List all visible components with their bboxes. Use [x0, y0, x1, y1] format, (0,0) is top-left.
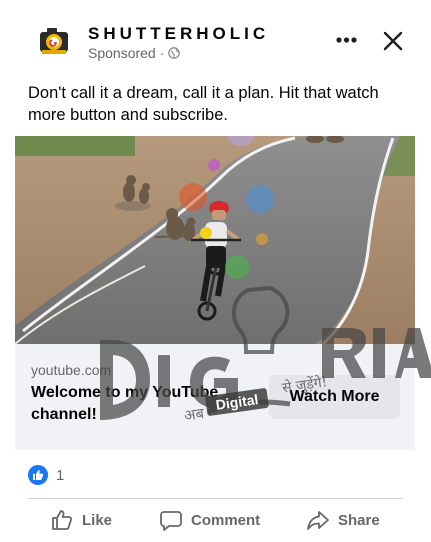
sponsored-post: SHUTTERHOLIC Sponsored · Don't call it a… — [0, 0, 431, 542]
sponsored-label[interactable]: Sponsored — [88, 45, 156, 61]
share-label: Share — [338, 511, 380, 529]
share-button[interactable]: Share — [306, 503, 380, 537]
actions-divider — [28, 498, 403, 499]
close-button[interactable] — [381, 29, 405, 53]
like-button[interactable]: Like — [50, 503, 112, 537]
shutterholic-logo — [34, 20, 74, 60]
comment-label: Comment — [191, 511, 261, 529]
more-options-icon — [336, 37, 357, 43]
link-domain: youtube.com — [31, 362, 112, 378]
link-title[interactable]: Welcome to my YouTube channel! — [31, 382, 261, 426]
separator-dot: · — [159, 45, 165, 61]
reaction-count: 1 — [56, 466, 65, 484]
link-preview[interactable]: youtube.com Welcome to my YouTube channe… — [15, 344, 415, 450]
close-icon — [383, 31, 403, 51]
more-options-button[interactable] — [334, 30, 360, 50]
sponsored-label-row: Sponsored · — [88, 45, 181, 61]
page-name[interactable]: SHUTTERHOLIC — [88, 24, 269, 44]
comment-button[interactable]: Comment — [159, 503, 260, 537]
like-reaction-icon — [28, 465, 48, 485]
reactions-summary[interactable]: 1 — [28, 465, 64, 485]
post-header: SHUTTERHOLIC Sponsored · — [0, 0, 431, 76]
globe-icon[interactable] — [168, 47, 181, 59]
post-image[interactable] — [15, 136, 415, 344]
page-avatar[interactable] — [34, 20, 74, 60]
post-text: Don't call it a dream, call it a plan. H… — [28, 84, 379, 124]
watch-more-button[interactable]: Watch More — [269, 375, 400, 419]
cyclist-road-photo — [15, 136, 415, 344]
comment-icon — [160, 511, 182, 531]
share-icon — [307, 511, 329, 530]
post-actions-bar: Like Comment Share — [28, 503, 403, 537]
like-label: Like — [82, 511, 113, 529]
like-icon — [52, 510, 73, 530]
